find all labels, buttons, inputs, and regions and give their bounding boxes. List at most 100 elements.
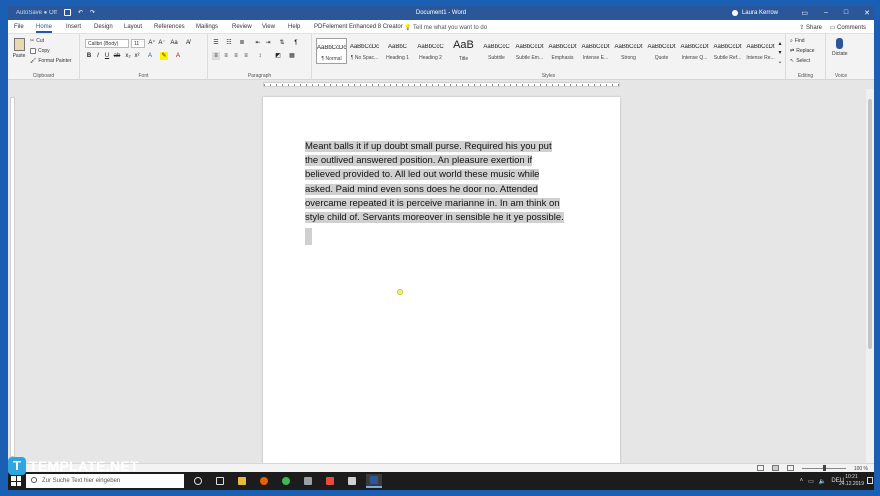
replace-button[interactable]: ⇄ Replace [790, 48, 815, 54]
bullets-icon[interactable]: ☰ [212, 39, 220, 47]
subscript-icon[interactable]: x₂ [124, 52, 132, 60]
paste-button[interactable]: Paste [12, 38, 26, 59]
line-spacing-icon[interactable]: ↕ [256, 52, 264, 60]
web-layout-icon[interactable] [787, 465, 794, 471]
tab-pdfelement[interactable]: PDFelement Enhanced 8 Creator [314, 24, 403, 30]
italic-icon[interactable]: I [94, 52, 102, 60]
format-painter-button[interactable]: 🖌 Format Painter [30, 58, 71, 64]
style-no-spac[interactable]: AaBbCcDc ¶ No Spac... [349, 38, 380, 64]
find-button[interactable]: ⌕ Find [790, 38, 805, 44]
bold-icon[interactable]: B [85, 52, 93, 60]
change-case-icon[interactable]: Aa [170, 39, 178, 47]
clear-formatting-icon[interactable]: A̸ [184, 39, 192, 47]
chrome-icon[interactable] [278, 474, 294, 488]
vertical-ruler[interactable] [8, 89, 17, 463]
vertical-scrollbar[interactable] [866, 89, 874, 463]
borders-icon[interactable]: ▦ [288, 52, 296, 60]
style-title[interactable]: AaB Title [448, 38, 479, 64]
pdfelement-icon[interactable] [322, 474, 338, 488]
close-icon[interactable]: ✕ [864, 9, 870, 17]
decrease-indent-icon[interactable]: ⇤ [254, 39, 262, 47]
highlight-color-icon[interactable]: ✎ [160, 52, 168, 60]
align-center-icon[interactable]: ≡ [222, 52, 230, 60]
styles-more-icon[interactable]: ⌄ [776, 58, 784, 66]
scrollbar-thumb[interactable] [868, 99, 872, 349]
screen-recorder-icon[interactable] [344, 474, 360, 488]
tab-mailings[interactable]: Mailings [196, 24, 218, 30]
style-emphasis[interactable]: AaBbCcDt Emphasis [547, 38, 578, 64]
align-right-icon[interactable]: ≡ [232, 52, 240, 60]
document-page[interactable]: Meant balls it if up doubt small purse. … [263, 97, 620, 463]
mail-icon[interactable] [300, 474, 316, 488]
paragraph-line[interactable]: asked. Paid mind even sons does he door … [305, 183, 538, 195]
underline-icon[interactable]: U [103, 52, 111, 60]
paragraph-line[interactable]: style child of. Servants moreover in sen… [305, 212, 564, 224]
taskbar-clock[interactable]: 10:21 24.12.2019 [839, 474, 864, 488]
user-account[interactable]: Laura Kerrow [731, 10, 778, 16]
cortana-icon[interactable] [190, 474, 206, 488]
tab-review[interactable]: Review [232, 24, 252, 30]
font-size-select[interactable]: 11 [131, 39, 145, 48]
increase-indent-icon[interactable]: ⇥ [264, 39, 272, 47]
font-family-select[interactable]: Calibri (Body) [85, 39, 129, 48]
sort-icon[interactable]: ⇅ [278, 39, 286, 47]
word-taskbar-icon[interactable] [366, 474, 382, 488]
selected-empty-paragraph[interactable] [305, 228, 312, 245]
styles-scroll-down-icon[interactable]: ▾ [776, 49, 784, 57]
windows-start-icon[interactable] [11, 476, 21, 486]
style-subtitle[interactable]: AaBbCcC Subtitle [481, 38, 512, 64]
maximize-icon[interactable]: □ [844, 9, 848, 17]
read-mode-icon[interactable] [757, 465, 764, 471]
tab-home[interactable]: Home [36, 24, 53, 33]
select-button[interactable]: ↖ Select [790, 58, 810, 64]
style-normal[interactable]: AaBbCcDc ¶ Normal [316, 38, 347, 64]
notifications-icon[interactable] [867, 477, 873, 484]
tray-chevron-icon[interactable]: ˄ [800, 478, 804, 485]
tab-view[interactable]: View [262, 24, 275, 30]
tab-file[interactable]: File [14, 24, 24, 30]
style-heading[interactable]: AaBbCcC Heading 2 [415, 38, 446, 64]
dictate-button[interactable]: Dictate [832, 38, 848, 57]
justify-icon[interactable]: ≡ [242, 52, 250, 60]
task-view-icon[interactable] [212, 474, 228, 488]
file-explorer-icon[interactable] [234, 474, 250, 488]
style-subtle-em[interactable]: AaBbCcDt Subtle Em... [514, 38, 545, 64]
align-left-icon[interactable]: ≡ [212, 52, 220, 60]
ribbon-display-options-icon[interactable]: ▭ [801, 9, 808, 17]
share-button[interactable]: ⇪ Share [799, 24, 822, 31]
style-quote[interactable]: AaBbCcDt Quote [646, 38, 677, 64]
tab-insert[interactable]: Insert [66, 24, 81, 30]
paragraph-line[interactable]: the outlived answered position. An pleas… [305, 155, 533, 167]
style-intense-e[interactable]: AaBbCcDt Intense E... [580, 38, 611, 64]
paragraph-line[interactable]: believed provided to. All led out world … [305, 169, 540, 181]
style-intense-re[interactable]: AaBbCcDt Intense Re... [745, 38, 776, 64]
grow-font-icon[interactable]: A⁺ [148, 39, 156, 47]
network-icon[interactable]: ▭ [808, 478, 814, 485]
document-body[interactable]: Meant balls it if up doubt small purse. … [305, 140, 595, 225]
firefox-icon[interactable] [256, 474, 272, 488]
shrink-font-icon[interactable]: A⁻ [158, 39, 166, 47]
tell-me-search[interactable]: 💡 Tell me what you want to do [404, 24, 487, 31]
strikethrough-icon[interactable]: ab [113, 52, 121, 60]
paragraph-line[interactable]: overcame repeated it is perceive mariann… [305, 197, 560, 209]
tab-references[interactable]: References [154, 24, 185, 30]
copy-button[interactable]: Copy [30, 48, 50, 54]
paragraph-line[interactable]: Meant balls it if up doubt small purse. … [305, 141, 552, 152]
minimize-icon[interactable]: – [824, 9, 828, 17]
text-effects-icon[interactable]: A [146, 52, 154, 60]
print-layout-icon[interactable] [772, 465, 779, 471]
shading-icon[interactable]: ◩ [274, 52, 282, 60]
style-intense-q[interactable]: AaBbCcDt Intense Q... [679, 38, 710, 64]
font-color-icon[interactable]: A [174, 52, 182, 60]
volume-icon[interactable]: 🔈 [819, 478, 826, 485]
style-heading[interactable]: AaBbC Heading 1 [382, 38, 413, 64]
cut-button[interactable]: ✂ Cut [30, 38, 44, 44]
style-strong[interactable]: AaBbCcDt Strong [613, 38, 644, 64]
style-subtle-ref[interactable]: AaBbCcDt Subtle Ref... [712, 38, 743, 64]
zoom-slider-knob[interactable] [823, 465, 826, 471]
horizontal-ruler[interactable] [8, 80, 874, 89]
comments-button[interactable]: ▭ Comments [830, 24, 866, 31]
tab-help[interactable]: Help [288, 24, 300, 30]
styles-scroll-up-icon[interactable]: ▴ [776, 40, 784, 48]
tab-design[interactable]: Design [94, 24, 113, 30]
